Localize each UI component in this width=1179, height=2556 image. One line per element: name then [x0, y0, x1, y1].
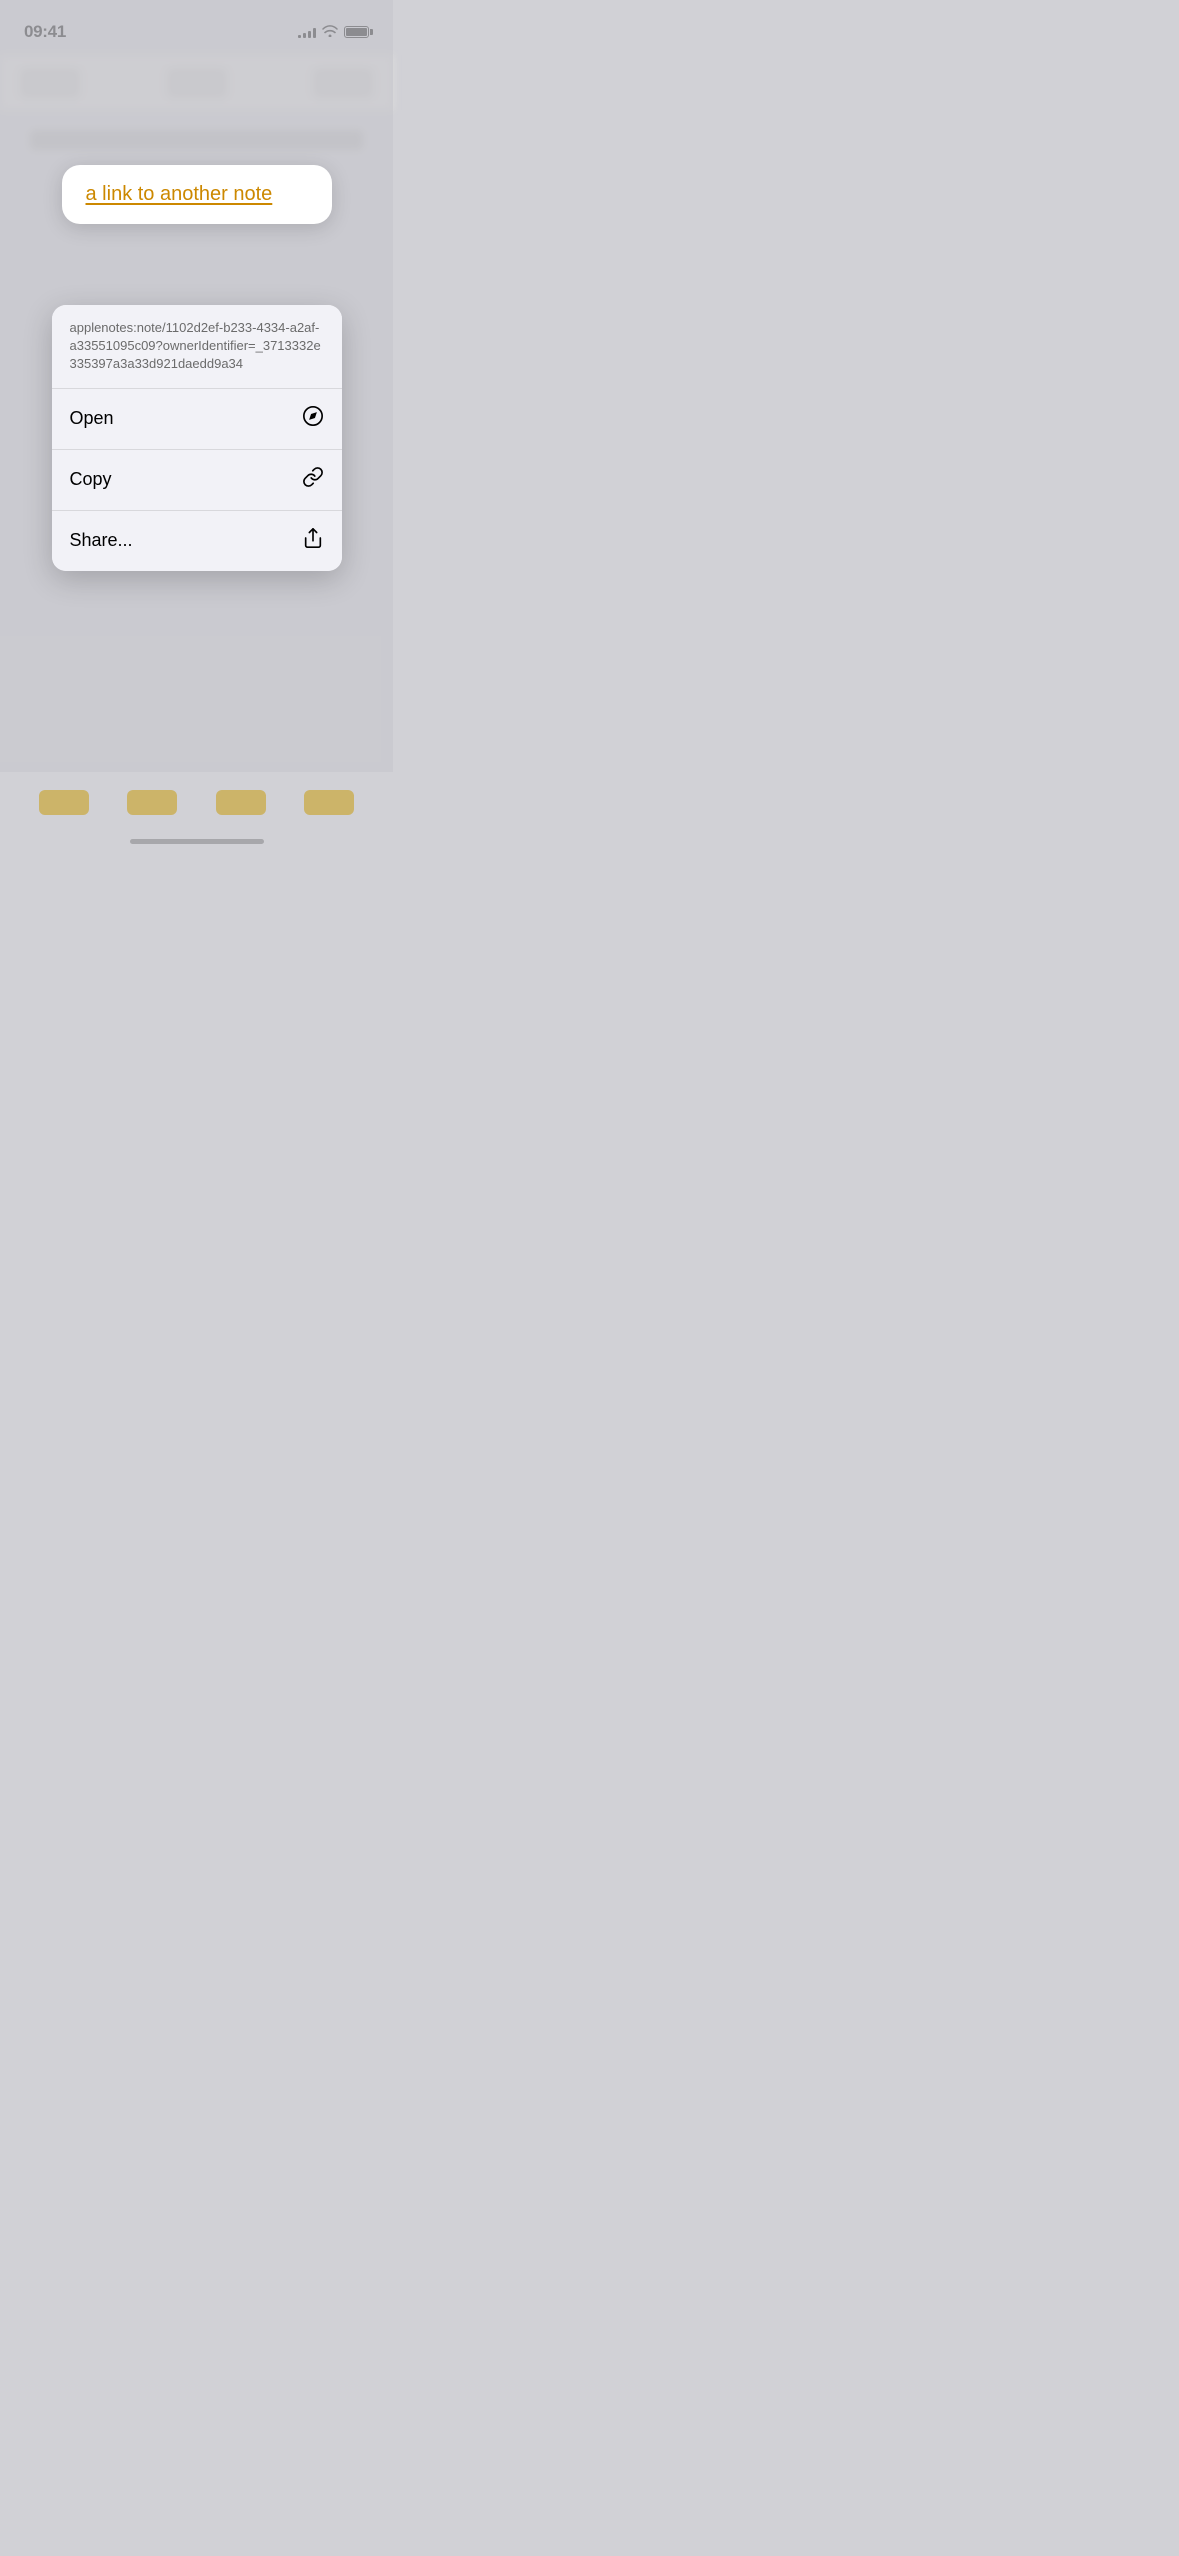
home-indicator	[130, 839, 264, 844]
context-menu-share[interactable]: Share...	[52, 511, 342, 571]
context-menu-url-text: applenotes:note/1102d2ef-b233-4334-a2af-…	[70, 320, 321, 371]
open-label: Open	[70, 408, 114, 429]
link-preview-text[interactable]: a link to another note	[86, 183, 273, 205]
share-label: Share...	[70, 530, 133, 551]
context-menu-open[interactable]: Open	[52, 389, 342, 450]
link-preview-bubble: a link to another note	[62, 165, 332, 224]
link-icon	[302, 466, 324, 494]
context-menu: applenotes:note/1102d2ef-b233-4334-a2af-…	[52, 305, 342, 571]
context-menu-url: applenotes:note/1102d2ef-b233-4334-a2af-…	[52, 305, 342, 389]
context-menu-copy[interactable]: Copy	[52, 450, 342, 511]
copy-label: Copy	[70, 469, 112, 490]
share-icon	[302, 527, 324, 555]
compass-icon	[302, 405, 324, 433]
